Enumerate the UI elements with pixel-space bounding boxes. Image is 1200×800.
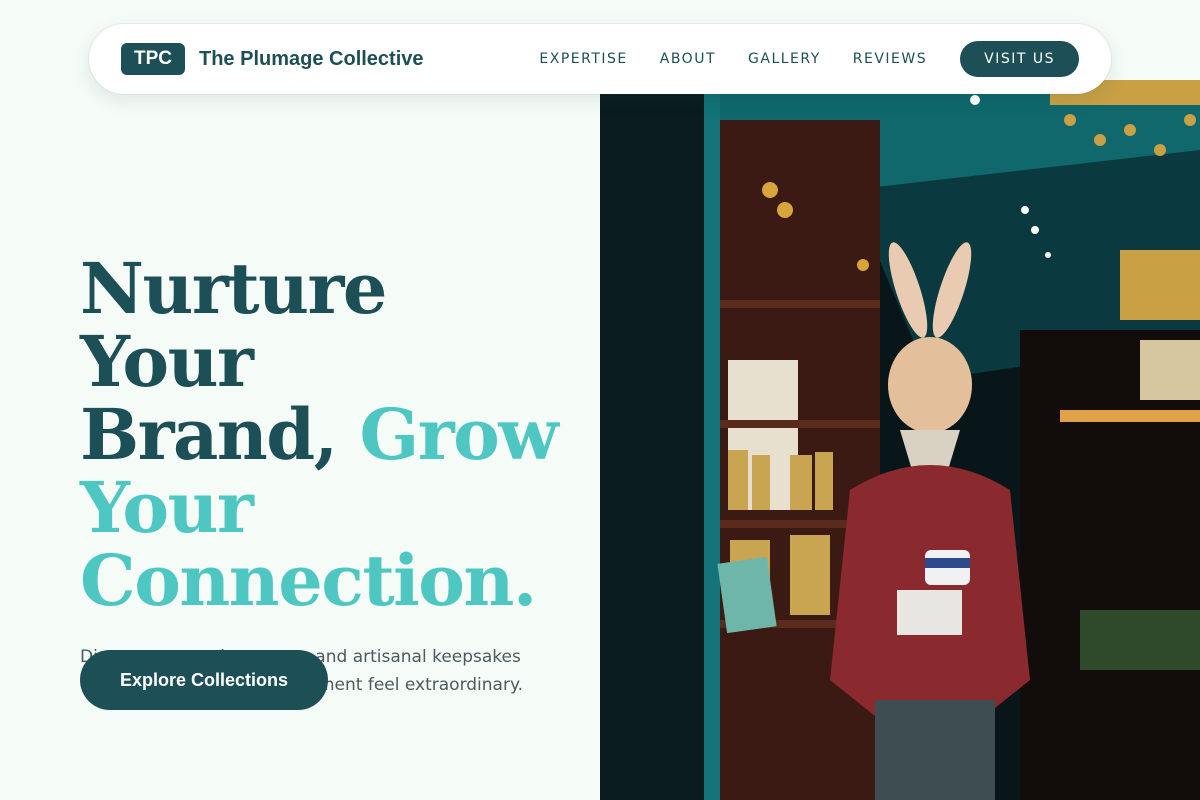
headline-line-2-plain: Brand, xyxy=(80,393,360,476)
nav-link-about[interactable]: ABOUT xyxy=(660,51,716,67)
hero-headline: Nurture Your Brand, Grow Your Connection… xyxy=(80,252,580,617)
nav-link-reviews[interactable]: REVIEWS xyxy=(853,51,927,67)
headline-line-3-accent: Your xyxy=(80,466,254,549)
nav-links: EXPERTISE ABOUT GALLERY REVIEWS VISIT US xyxy=(507,41,1079,77)
hero-photo-shop-interior xyxy=(600,80,1200,800)
headline-line-1: Nurture Your xyxy=(80,247,387,403)
brand-badge: TPC xyxy=(121,43,185,75)
top-navigation-bar: TPC The Plumage Collective EXPERTISE ABO… xyxy=(89,24,1111,94)
headline-line-4-accent: Connection. xyxy=(80,539,537,622)
brand-name: The Plumage Collective xyxy=(199,47,424,70)
nav-link-gallery[interactable]: GALLERY xyxy=(748,51,821,67)
hero-section: Nurture Your Brand, Grow Your Connection… xyxy=(80,252,580,699)
explore-collections-button[interactable]: Explore Collections xyxy=(80,650,328,710)
nav-link-expertise[interactable]: EXPERTISE xyxy=(539,51,627,67)
visit-us-button[interactable]: VISIT US xyxy=(960,41,1079,77)
brand-logo[interactable]: TPC The Plumage Collective xyxy=(121,43,424,75)
headline-line-2-accent: Grow xyxy=(359,393,558,476)
